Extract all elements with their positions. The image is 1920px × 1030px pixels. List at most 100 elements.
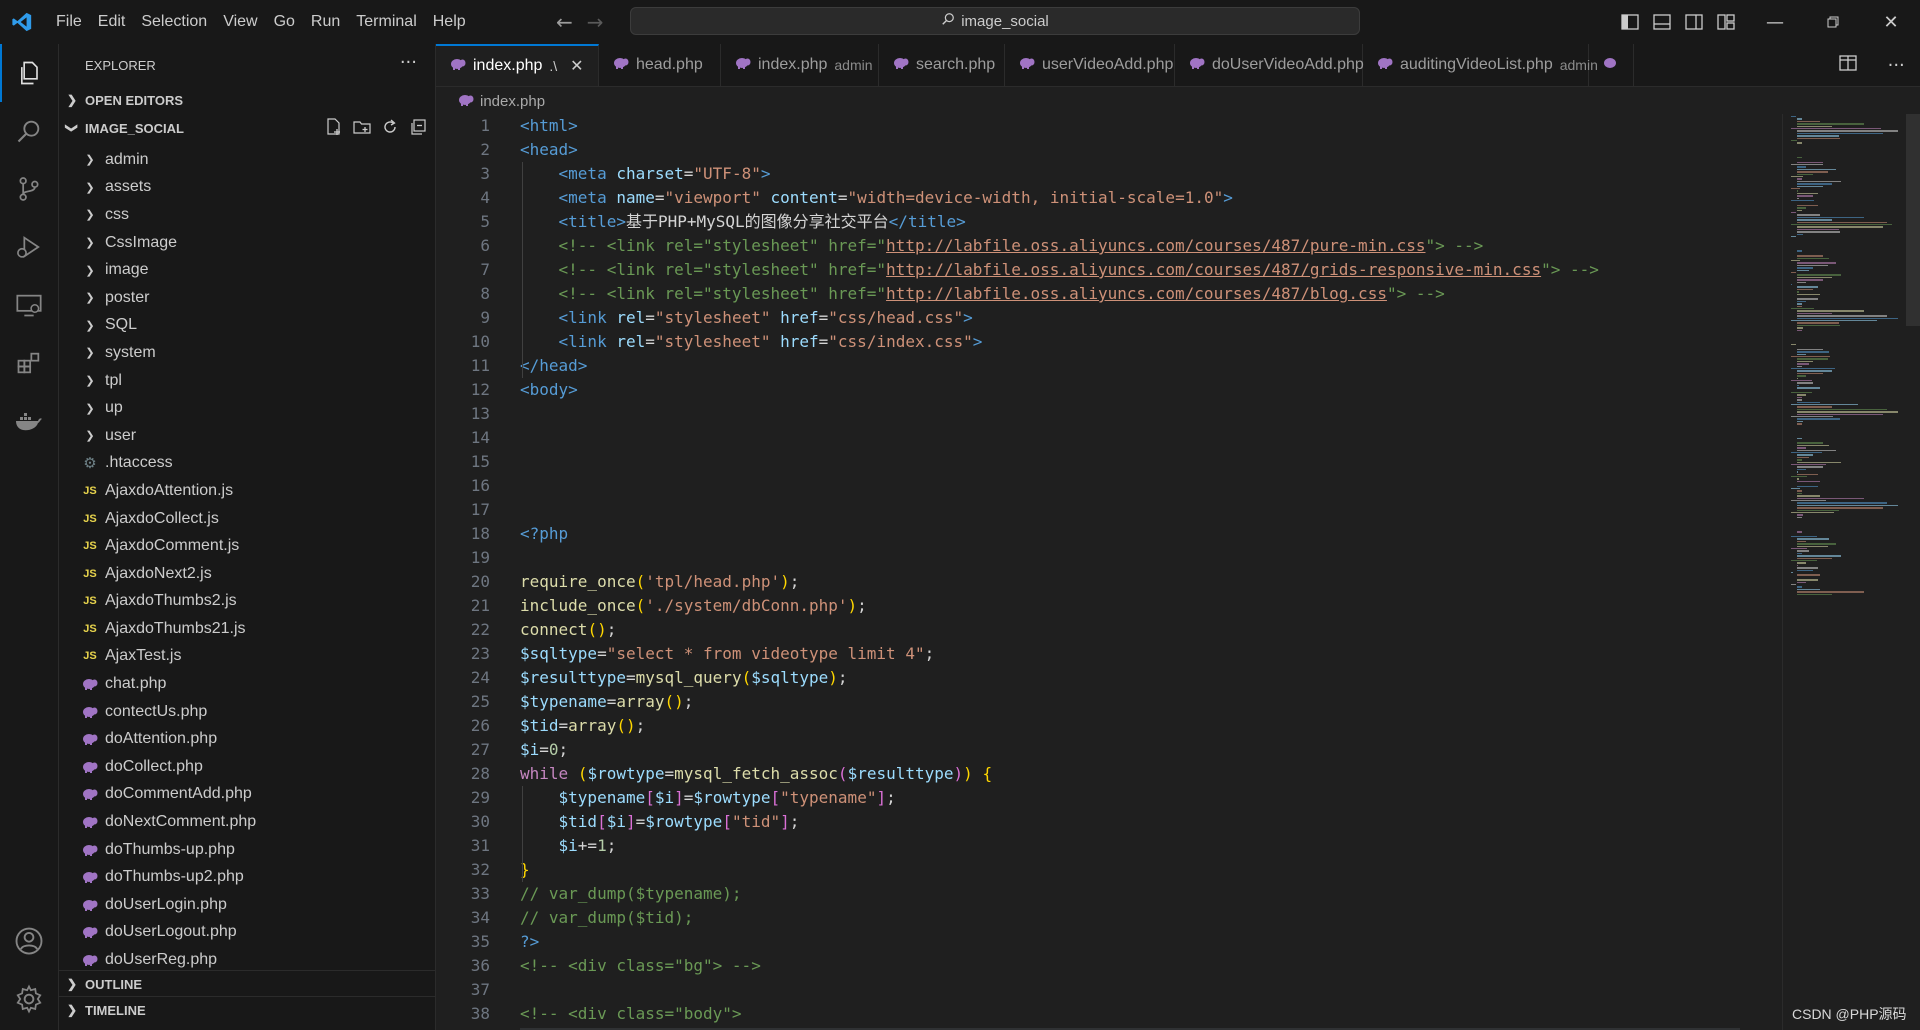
- extensions-icon[interactable]: [0, 334, 58, 392]
- folder-item[interactable]: ❯ admin: [59, 146, 435, 174]
- menu-terminal[interactable]: Terminal: [348, 0, 424, 44]
- menu-view[interactable]: View: [215, 0, 265, 44]
- manage-gear-icon[interactable]: [0, 970, 58, 1028]
- code-line[interactable]: 18 <?php: [436, 522, 1780, 546]
- code-line[interactable]: 21 include_once('./system/dbConn.php');: [436, 594, 1780, 618]
- code-line[interactable]: 6 <!-- <link rel="stylesheet" href="http…: [436, 234, 1780, 258]
- explorer-icon[interactable]: [0, 44, 58, 102]
- folder-item[interactable]: ❯ image: [59, 256, 435, 284]
- file-item[interactable]: JS AjaxdoCollect.js: [59, 505, 435, 533]
- minimap[interactable]: [1782, 114, 1907, 1030]
- code-line[interactable]: 26 $tid=array();: [436, 714, 1780, 738]
- menu-run[interactable]: Run: [303, 0, 348, 44]
- code-line[interactable]: 35 ?>: [436, 930, 1780, 954]
- code-line[interactable]: 38 <!-- <div class="body">: [436, 1002, 1780, 1026]
- file-item[interactable]: doThumbs-up.php: [59, 836, 435, 864]
- toggle-secondary-sidebar-icon[interactable]: [1684, 12, 1704, 32]
- editor-tab[interactable]: index.php .\ ✕: [436, 44, 599, 86]
- folder-item[interactable]: ❯ tpl: [59, 367, 435, 395]
- toggle-primary-sidebar-icon[interactable]: [1620, 12, 1640, 32]
- file-item[interactable]: JS AjaxdoThumbs2.js: [59, 588, 435, 616]
- editor-tab[interactable]: userVideoAdd.php: [1005, 44, 1175, 86]
- code-line[interactable]: 4 <meta name="viewport" content="width=d…: [436, 186, 1780, 210]
- search-icon[interactable]: [0, 102, 58, 160]
- editor-tab[interactable]: auditingVideoList.php admin: [1363, 44, 1598, 86]
- folder-item[interactable]: ❯ user: [59, 422, 435, 450]
- forward-arrow-icon[interactable]: →: [587, 10, 604, 34]
- code-line[interactable]: 36 <!-- <div class="bg"> -->: [436, 954, 1780, 978]
- code-line[interactable]: 20 require_once('tpl/head.php');: [436, 570, 1780, 594]
- code-line[interactable]: 31 $i+=1;: [436, 834, 1780, 858]
- refresh-icon[interactable]: [381, 118, 399, 139]
- file-item[interactable]: doCollect.php: [59, 753, 435, 781]
- close-icon[interactable]: ✕: [1862, 0, 1920, 44]
- folder-item[interactable]: ❯ SQL: [59, 312, 435, 340]
- project-section[interactable]: ❯ IMAGE_SOCIAL: [59, 116, 435, 140]
- new-folder-icon[interactable]: [353, 118, 371, 139]
- docker-icon[interactable]: [0, 392, 58, 450]
- file-item[interactable]: doThumbs-up2.php: [59, 863, 435, 891]
- editor-tab[interactable]: head.php: [599, 44, 721, 86]
- code-line[interactable]: 28 while ($rowtype=mysql_fetch_assoc($res…: [436, 762, 1780, 786]
- file-item[interactable]: JS AjaxdoAttention.js: [59, 477, 435, 505]
- code-line[interactable]: 27 $i=0;: [436, 738, 1780, 762]
- source-control-icon[interactable]: [0, 160, 58, 218]
- file-item[interactable]: JS AjaxdoComment.js: [59, 532, 435, 560]
- code-line[interactable]: 25 $typename=array();: [436, 690, 1780, 714]
- accounts-icon[interactable]: [0, 912, 58, 970]
- editor-tab[interactable]: index.php admin: [721, 44, 879, 86]
- file-item[interactable]: ⚙ .htaccess: [59, 450, 435, 478]
- code-line[interactable]: 15: [436, 450, 1780, 474]
- folder-item[interactable]: ❯ assets: [59, 174, 435, 202]
- more-actions-icon[interactable]: ···: [1888, 55, 1905, 76]
- folder-item[interactable]: ❯ system: [59, 339, 435, 367]
- file-item[interactable]: JS AjaxdoThumbs21.js: [59, 615, 435, 643]
- code-line[interactable]: 19: [436, 546, 1780, 570]
- code-line[interactable]: 29 $typename[$i]=$rowtype["typename"];: [436, 786, 1780, 810]
- breadcrumb[interactable]: index.php: [458, 90, 545, 112]
- code-line[interactable]: 34 // var_dump($tid);: [436, 906, 1780, 930]
- code-line[interactable]: 7 <!-- <link rel="stylesheet" href="http…: [436, 258, 1780, 282]
- timeline-section[interactable]: ❯ TIMELINE: [59, 996, 435, 1023]
- code-line[interactable]: 17: [436, 498, 1780, 522]
- split-editor-icon[interactable]: [1839, 54, 1857, 76]
- folder-item[interactable]: ❯ poster: [59, 284, 435, 312]
- menu-selection[interactable]: Selection: [133, 0, 215, 44]
- file-item[interactable]: doUserLogin.php: [59, 891, 435, 919]
- code-line[interactable]: 23 $sqltype="select * from videotype limi…: [436, 642, 1780, 666]
- code-line[interactable]: 39 </div> -->: [436, 1026, 1780, 1030]
- minimize-icon[interactable]: —: [1746, 0, 1804, 44]
- back-arrow-icon[interactable]: ←: [556, 10, 573, 34]
- code-line[interactable]: 1 <html>: [436, 114, 1780, 138]
- outline-section[interactable]: ❯ OUTLINE: [59, 970, 435, 997]
- menu-file[interactable]: File: [48, 0, 90, 44]
- folder-item[interactable]: ❯ css: [59, 201, 435, 229]
- menu-help[interactable]: Help: [425, 0, 474, 44]
- file-item[interactable]: doUserLogout.php: [59, 919, 435, 947]
- code-line[interactable]: 22 connect();: [436, 618, 1780, 642]
- file-item[interactable]: doNextComment.php: [59, 808, 435, 836]
- code-line[interactable]: 37: [436, 978, 1780, 1002]
- toggle-panel-icon[interactable]: [1652, 12, 1672, 32]
- code-line[interactable]: 5 <title>基于PHP+MySQL的图像分享社交平台</title>: [436, 210, 1780, 234]
- file-item[interactable]: doCommentAdd.php: [59, 781, 435, 809]
- file-item[interactable]: JS AjaxTest.js: [59, 643, 435, 671]
- code-line[interactable]: 14: [436, 426, 1780, 450]
- code-line[interactable]: 3 <meta charset="UTF-8">: [436, 162, 1780, 186]
- more-actions-icon[interactable]: ···: [400, 52, 417, 73]
- menu-edit[interactable]: Edit: [90, 0, 134, 44]
- code-line[interactable]: 16: [436, 474, 1780, 498]
- file-item[interactable]: JS AjaxdoNext2.js: [59, 560, 435, 588]
- close-tab-icon[interactable]: ✕: [570, 56, 583, 76]
- code-line[interactable]: 13: [436, 402, 1780, 426]
- remote-explorer-icon[interactable]: [0, 276, 58, 334]
- editor-tab[interactable]: doUserVideoAdd.php: [1175, 44, 1364, 86]
- editor-tab[interactable]: search.php: [879, 44, 1005, 86]
- code-line[interactable]: 24 $resulttype=mysql_query($sqltype);: [436, 666, 1780, 690]
- menu-go[interactable]: Go: [266, 0, 303, 44]
- file-item[interactable]: contectUs.php: [59, 698, 435, 726]
- command-center-search[interactable]: image_social: [630, 7, 1360, 35]
- code-line[interactable]: 2 <head>: [436, 138, 1780, 162]
- run-debug-icon[interactable]: [0, 218, 58, 276]
- code-line[interactable]: 33 // var_dump($typename);: [436, 882, 1780, 906]
